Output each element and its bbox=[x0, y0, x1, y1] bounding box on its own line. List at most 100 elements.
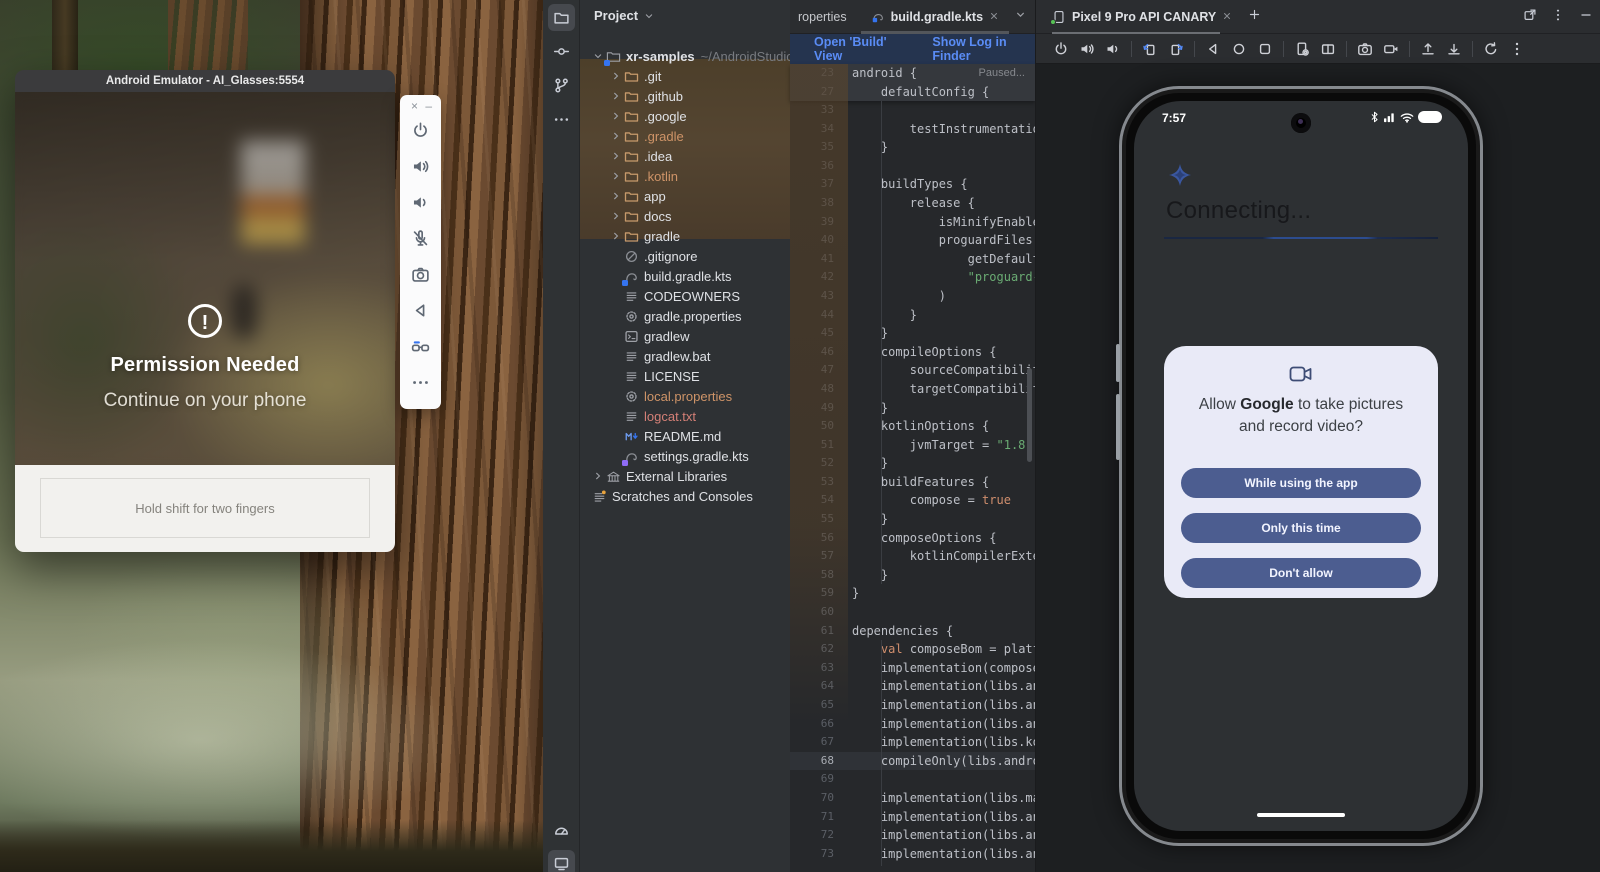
close-icon[interactable]: × bbox=[411, 100, 418, 112]
glasses-icon[interactable] bbox=[400, 328, 441, 364]
code-line-71[interactable]: 71 implementation(libs.andr bbox=[790, 808, 1035, 827]
screen-record-icon[interactable] bbox=[1378, 37, 1404, 61]
phone-screen[interactable]: 7:57 Connecting... bbox=[1134, 101, 1468, 831]
code-editor[interactable]: roperties build.gradle.kts Open 'Build' … bbox=[790, 0, 1035, 872]
show-log-link[interactable]: Show Log in Finder bbox=[932, 35, 1035, 63]
snapshot-reset-icon[interactable] bbox=[1478, 37, 1504, 61]
minimize-icon[interactable] bbox=[1579, 8, 1593, 27]
code-line-37[interactable]: 37 buildTypes { bbox=[790, 175, 1035, 194]
tree-item-scratches-and-consoles[interactable]: Scratches and Consoles bbox=[580, 486, 790, 506]
code-line-57[interactable]: 57 kotlinCompilerExtens bbox=[790, 547, 1035, 566]
tree-item-external-libraries[interactable]: External Libraries bbox=[580, 466, 790, 486]
code-line-40[interactable]: 40 proguardFiles( bbox=[790, 231, 1035, 250]
tree-item-codeowners[interactable]: CODEOWNERS bbox=[580, 286, 790, 306]
more-options-icon[interactable] bbox=[1504, 37, 1530, 61]
code-line-35[interactable]: 35 } bbox=[790, 138, 1035, 157]
tree-item--idea[interactable]: .idea bbox=[580, 146, 790, 166]
rotate-right-icon[interactable] bbox=[1163, 37, 1189, 61]
more-tools-icon[interactable] bbox=[543, 102, 580, 136]
code-line-36[interactable]: 36 bbox=[790, 157, 1035, 176]
code-line-72[interactable]: 72 implementation(libs.andr bbox=[790, 826, 1035, 845]
code-line-54[interactable]: 54 compose = true bbox=[790, 491, 1035, 510]
more-icon[interactable] bbox=[400, 364, 441, 400]
code-line-46[interactable]: 46 compileOptions { bbox=[790, 343, 1035, 362]
tree-item-gradlew[interactable]: gradlew bbox=[580, 326, 790, 346]
code-line-62[interactable]: 62 val composeBom = platfor bbox=[790, 640, 1035, 659]
code-line-43[interactable]: 43 ) bbox=[790, 287, 1035, 306]
code-line-56[interactable]: 56 composeOptions { bbox=[790, 529, 1035, 548]
device-tab[interactable]: Pixel 9 Pro API CANARY bbox=[1036, 0, 1240, 34]
code-line-34[interactable]: 34 testInstrumentationR bbox=[790, 120, 1035, 139]
code-line-58[interactable]: 58 } bbox=[790, 566, 1035, 585]
code-line-65[interactable]: 65 implementation(libs.andr bbox=[790, 696, 1035, 715]
code-line-55[interactable]: 55 } bbox=[790, 510, 1035, 529]
code-line-52[interactable]: 52 } bbox=[790, 454, 1035, 473]
profiler-tool-icon[interactable] bbox=[543, 812, 580, 846]
code-line-47[interactable]: 47 sourceCompatibility bbox=[790, 361, 1035, 380]
camera-icon[interactable] bbox=[400, 256, 441, 292]
back-icon[interactable] bbox=[1200, 37, 1226, 61]
home-icon[interactable] bbox=[1226, 37, 1252, 61]
code-line-69[interactable]: 69 bbox=[790, 770, 1035, 789]
tree-item-logcat-txt[interactable]: logcat.txt bbox=[580, 406, 790, 426]
tree-item--gitignore[interactable]: .gitignore bbox=[580, 246, 790, 266]
more-options-icon[interactable] bbox=[1551, 8, 1565, 27]
volume-up-icon[interactable] bbox=[400, 148, 441, 184]
screenshot-icon[interactable] bbox=[1352, 37, 1378, 61]
volume-down-icon[interactable] bbox=[400, 184, 441, 220]
tree-item-gradlew-bat[interactable]: gradlew.bat bbox=[580, 346, 790, 366]
code-line-70[interactable]: 70 implementation(libs.mate bbox=[790, 789, 1035, 808]
code-line-66[interactable]: 66 implementation(libs.andr bbox=[790, 715, 1035, 734]
overview-icon[interactable] bbox=[1252, 37, 1278, 61]
code-line-61[interactable]: 61dependencies { bbox=[790, 622, 1035, 641]
code-line-50[interactable]: 50 kotlinOptions { bbox=[790, 417, 1035, 436]
code-line-53[interactable]: 53 buildFeatures { bbox=[790, 473, 1035, 492]
volume-up-icon[interactable] bbox=[1074, 37, 1100, 61]
open-in-new-window-icon[interactable] bbox=[1523, 8, 1537, 27]
code-line-67[interactable]: 67 implementation(libs.kotl bbox=[790, 733, 1035, 752]
emulator-screen[interactable]: ! Permission Needed Continue on your pho… bbox=[15, 92, 395, 465]
code-line-73[interactable]: 73 implementation(libs.andr bbox=[790, 845, 1035, 864]
tree-item-root[interactable]: xr-samples ~/AndroidStudioProj bbox=[580, 46, 790, 66]
code-lines[interactable]: 3334 testInstrumentationR35 }3637 buildT… bbox=[790, 101, 1035, 872]
code-line-41[interactable]: 41 getDefaultPr bbox=[790, 250, 1035, 269]
tab-list-chevron-icon[interactable] bbox=[1014, 8, 1035, 26]
sticky-line[interactable]: 27 defaultConfig { bbox=[790, 83, 1035, 102]
tree-item-readme-md[interactable]: README.md bbox=[580, 426, 790, 446]
code-line-48[interactable]: 48 targetCompatibility bbox=[790, 380, 1035, 399]
close-tab-icon[interactable] bbox=[989, 8, 999, 26]
volume-down-icon[interactable] bbox=[1100, 37, 1126, 61]
tree-item-settings-gradle-kts[interactable]: settings.gradle.kts bbox=[580, 446, 790, 466]
minimize-icon[interactable]: – bbox=[425, 100, 432, 112]
tree-item--github[interactable]: .github bbox=[580, 86, 790, 106]
tree-item-license[interactable]: LICENSE bbox=[580, 366, 790, 386]
only-this-time-button[interactable]: Only this time bbox=[1181, 513, 1421, 543]
mic-off-icon[interactable] bbox=[400, 220, 441, 256]
code-line-64[interactable]: 64 implementation(libs.andr bbox=[790, 677, 1035, 696]
tree-item-local-properties[interactable]: local.properties bbox=[580, 386, 790, 406]
close-tab-icon[interactable] bbox=[1222, 8, 1232, 26]
tree-item-build-gradle-kts[interactable]: build.gradle.kts bbox=[580, 266, 790, 286]
emulator-title-bar[interactable]: Android Emulator - AI_Glasses:5554 bbox=[15, 70, 395, 92]
tree-item-gradle-properties[interactable]: gradle.properties bbox=[580, 306, 790, 326]
add-device-tab-icon[interactable] bbox=[1248, 8, 1261, 26]
tree-item--kotlin[interactable]: .kotlin bbox=[580, 166, 790, 186]
upload-icon[interactable] bbox=[1415, 37, 1441, 61]
dont-allow-button[interactable]: Don't allow bbox=[1181, 558, 1421, 588]
power-icon[interactable] bbox=[1048, 37, 1074, 61]
device-settings-icon[interactable] bbox=[1289, 37, 1315, 61]
editor-tab-active[interactable]: build.gradle.kts bbox=[861, 0, 1009, 34]
rotate-left-icon[interactable] bbox=[1137, 37, 1163, 61]
while-using-app-button[interactable]: While using the app bbox=[1181, 468, 1421, 498]
tree-item-docs[interactable]: docs bbox=[580, 206, 790, 226]
tree-item--git[interactable]: .git bbox=[580, 66, 790, 86]
code-line-68[interactable]: 68 compileOnly(libs.androi bbox=[790, 752, 1035, 771]
tree-item-app[interactable]: app bbox=[580, 186, 790, 206]
code-line-49[interactable]: 49 } bbox=[790, 399, 1035, 418]
editor-tab-partial[interactable]: roperties bbox=[790, 10, 861, 24]
code-line-33[interactable]: 33 bbox=[790, 101, 1035, 120]
code-line-39[interactable]: 39 isMinifyEnabled bbox=[790, 213, 1035, 232]
tree-item-gradle[interactable]: gradle bbox=[580, 226, 790, 246]
code-line-59[interactable]: 59} bbox=[790, 584, 1035, 603]
running-devices-tool-icon[interactable] bbox=[543, 846, 580, 872]
